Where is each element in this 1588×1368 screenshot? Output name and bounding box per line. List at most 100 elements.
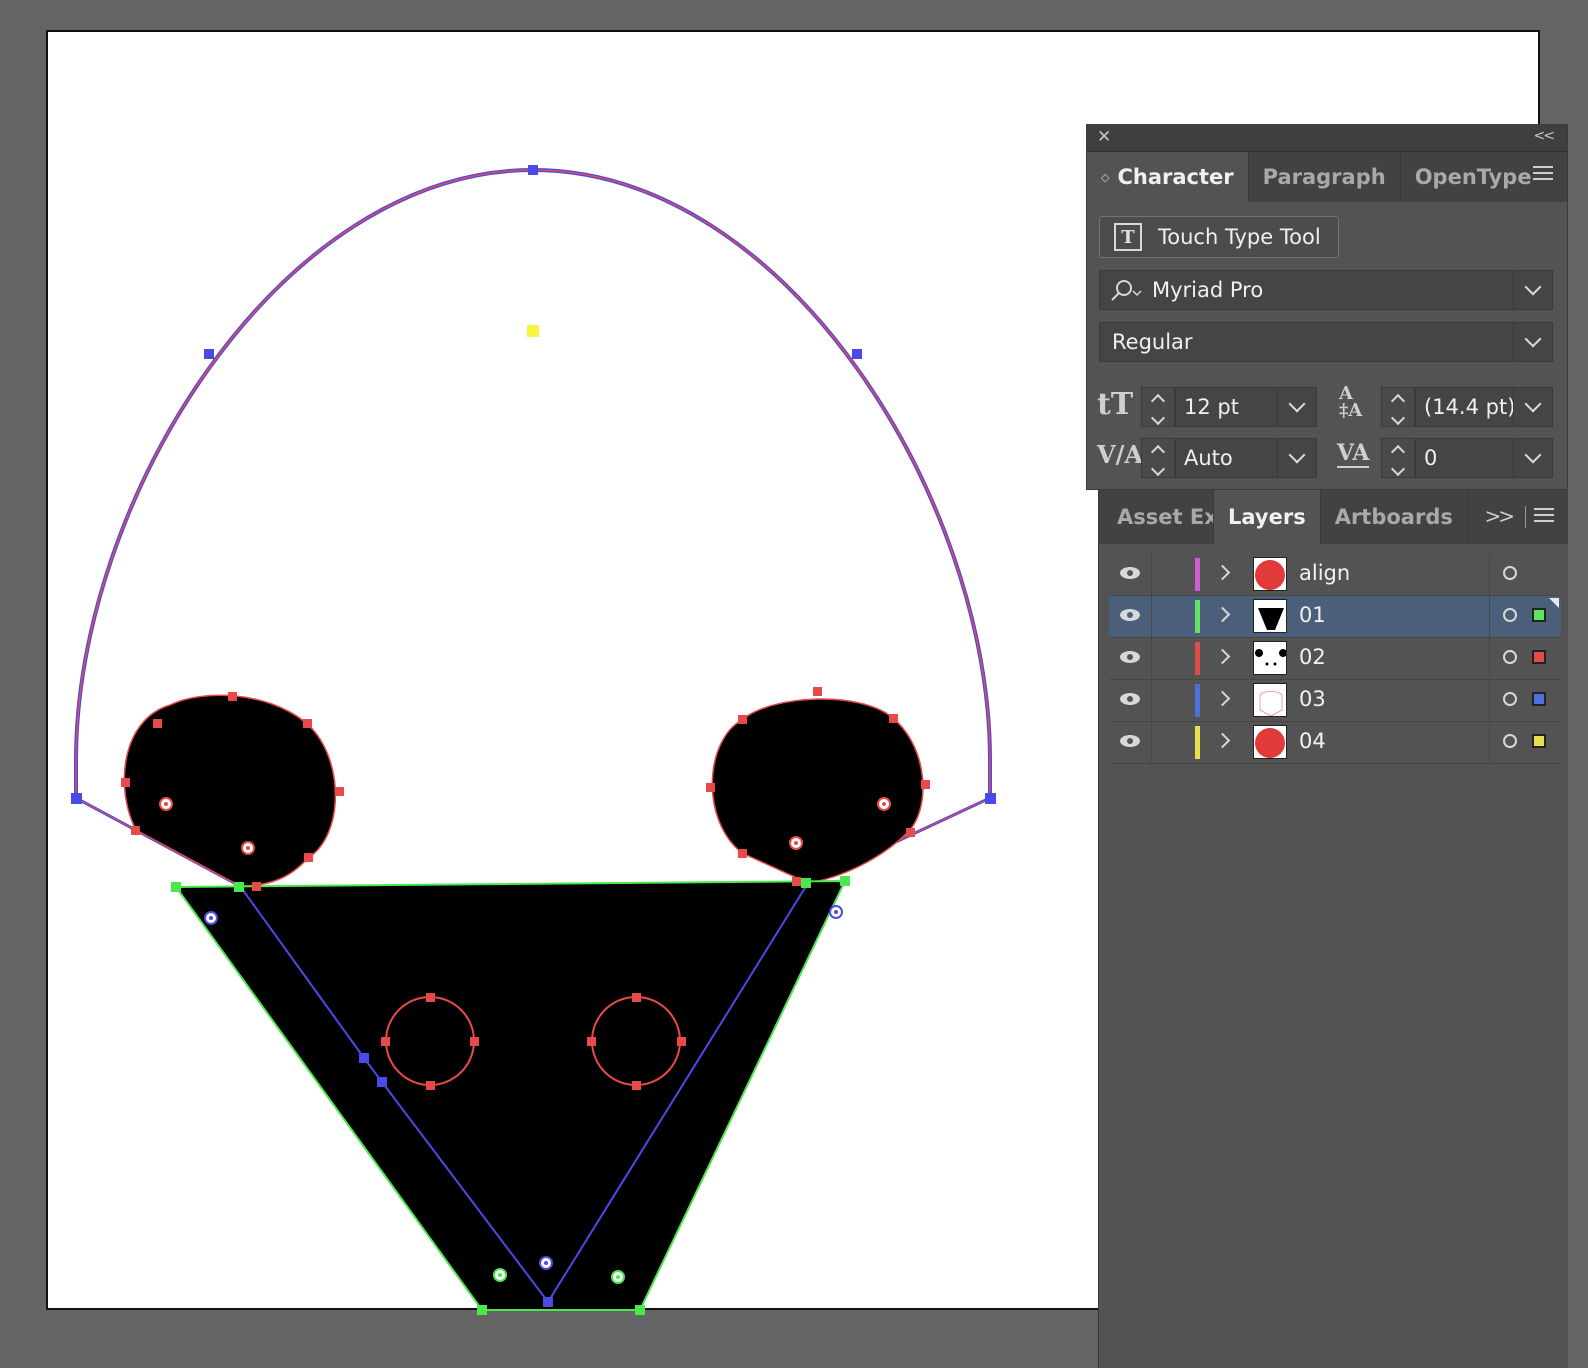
- layers-panel: Asset Expo Layers Artboards >> align: [1098, 490, 1568, 1368]
- divider: [1489, 680, 1490, 721]
- panel-menu-icon[interactable]: [1534, 508, 1554, 526]
- divider: [1489, 596, 1490, 637]
- layer-name[interactable]: 02: [1299, 645, 1326, 669]
- tab-opentype[interactable]: OpenType: [1401, 152, 1546, 202]
- tab-paragraph-label: Paragraph: [1262, 165, 1386, 189]
- tab-layers-label: Layers: [1228, 505, 1306, 529]
- tracking-field[interactable]: 0: [1415, 438, 1553, 478]
- touch-type-label: Touch Type Tool: [1158, 225, 1321, 249]
- tracking-stepper[interactable]: [1381, 438, 1415, 478]
- more-panels-icon[interactable]: >>: [1484, 504, 1514, 528]
- layer-color-bar: [1195, 684, 1200, 717]
- layer-color-bar: [1195, 600, 1200, 633]
- chevron-down-icon[interactable]: [1513, 271, 1552, 309]
- font-size-field[interactable]: 12 pt: [1175, 387, 1317, 427]
- font-family-select[interactable]: Myriad Pro: [1099, 270, 1553, 310]
- character-tabs: ◇ Character Paragraph OpenType: [1087, 152, 1567, 202]
- center-point-marker: [527, 325, 539, 337]
- divider: [1489, 722, 1490, 763]
- selection-indicator[interactable]: [1532, 734, 1546, 748]
- updown-icon: ◇: [1101, 170, 1110, 184]
- panel-menu-icon[interactable]: [1533, 166, 1553, 184]
- lock-column[interactable]: [1151, 596, 1152, 637]
- chevron-right-icon[interactable]: [1214, 732, 1231, 749]
- divider: [1489, 554, 1490, 595]
- search-icon: [1111, 280, 1142, 301]
- leading-stepper[interactable]: [1381, 387, 1415, 427]
- leading-value: (14.4 pt): [1424, 395, 1516, 419]
- layer-row-02[interactable]: 02: [1109, 638, 1561, 680]
- tracking-value: 0: [1424, 446, 1438, 470]
- layers-tabs: Asset Expo Layers Artboards >>: [1099, 490, 1568, 544]
- font-size-stepper[interactable]: [1141, 387, 1175, 427]
- eye-icon[interactable]: [1119, 608, 1141, 622]
- tab-artboards[interactable]: Artboards: [1321, 490, 1468, 544]
- chevron-right-icon[interactable]: [1214, 648, 1231, 665]
- layer-row-align[interactable]: align: [1109, 554, 1561, 596]
- chevron-right-icon[interactable]: [1214, 564, 1231, 581]
- layer-thumbnail: [1253, 599, 1287, 633]
- layer-row-03[interactable]: 03: [1109, 680, 1561, 722]
- layer-row-01[interactable]: 01: [1109, 596, 1561, 638]
- close-icon[interactable]: ✕: [1097, 127, 1111, 147]
- font-family-value: Myriad Pro: [1152, 278, 1264, 302]
- layer-color-bar: [1195, 558, 1200, 591]
- eye-icon[interactable]: [1119, 692, 1141, 706]
- tab-opentype-label: OpenType: [1414, 165, 1532, 189]
- target-icon[interactable]: [1503, 734, 1517, 748]
- lock-column[interactable]: [1151, 554, 1152, 595]
- leading-icon: A ‡A: [1339, 383, 1363, 421]
- layer-name[interactable]: 01: [1299, 603, 1326, 627]
- target-icon[interactable]: [1503, 608, 1517, 622]
- collapse-panel-icon[interactable]: <<: [1534, 128, 1556, 144]
- layer-color-bar: [1195, 642, 1200, 675]
- chevron-down-icon[interactable]: [1277, 388, 1316, 426]
- kerning-icon: V/A: [1097, 440, 1144, 469]
- divider: [1489, 638, 1490, 679]
- character-panel: ✕ << ◇ Character Paragraph OpenType T To…: [1086, 124, 1568, 490]
- tab-asset-export-label: Asset Expo: [1117, 505, 1213, 529]
- tab-character[interactable]: ◇ Character: [1087, 152, 1249, 202]
- target-icon[interactable]: [1503, 692, 1517, 706]
- eye-icon[interactable]: [1119, 650, 1141, 664]
- layer-thumbnail: [1253, 641, 1287, 675]
- target-icon[interactable]: [1503, 650, 1517, 664]
- chevron-right-icon[interactable]: [1214, 606, 1231, 623]
- tab-artboards-label: Artboards: [1334, 505, 1453, 529]
- kerning-value: Auto: [1184, 446, 1233, 470]
- layer-name[interactable]: align: [1299, 561, 1350, 585]
- font-style-value: Regular: [1112, 330, 1193, 354]
- leading-field[interactable]: (14.4 pt): [1415, 387, 1553, 427]
- touch-type-tool-button[interactable]: T Touch Type Tool: [1099, 216, 1339, 258]
- font-style-select[interactable]: Regular: [1099, 322, 1553, 362]
- selection-indicator[interactable]: [1532, 608, 1546, 622]
- kerning-stepper[interactable]: [1141, 438, 1175, 478]
- layer-thumbnail: [1253, 683, 1287, 717]
- lock-column[interactable]: [1151, 722, 1152, 763]
- chevron-down-icon[interactable]: [1513, 439, 1552, 477]
- selection-indicator[interactable]: [1532, 692, 1546, 706]
- chevron-down-icon[interactable]: [1277, 439, 1316, 477]
- layer-name[interactable]: 04: [1299, 729, 1326, 753]
- eye-icon[interactable]: [1119, 734, 1141, 748]
- touch-type-icon: T: [1114, 223, 1142, 251]
- trapezoid-shape: [174, 879, 847, 1311]
- eye-icon[interactable]: [1119, 566, 1141, 580]
- font-size-icon: tT: [1097, 387, 1134, 422]
- lock-column[interactable]: [1151, 638, 1152, 679]
- lock-column[interactable]: [1151, 680, 1152, 721]
- layer-row-04[interactable]: 04: [1109, 722, 1561, 764]
- tab-asset-export[interactable]: Asset Expo: [1099, 490, 1214, 544]
- divider: [1525, 506, 1526, 528]
- selection-indicator[interactable]: [1532, 650, 1546, 664]
- font-size-value: 12 pt: [1184, 395, 1239, 419]
- chevron-right-icon[interactable]: [1214, 690, 1231, 707]
- kerning-field[interactable]: Auto: [1175, 438, 1317, 478]
- tab-paragraph[interactable]: Paragraph: [1249, 152, 1401, 202]
- target-icon[interactable]: [1503, 566, 1517, 580]
- tab-layers[interactable]: Layers: [1214, 490, 1321, 544]
- layer-name[interactable]: 03: [1299, 687, 1326, 711]
- chevron-down-icon[interactable]: [1513, 388, 1552, 426]
- selected-art-corner: [1549, 598, 1559, 608]
- chevron-down-icon[interactable]: [1513, 323, 1552, 361]
